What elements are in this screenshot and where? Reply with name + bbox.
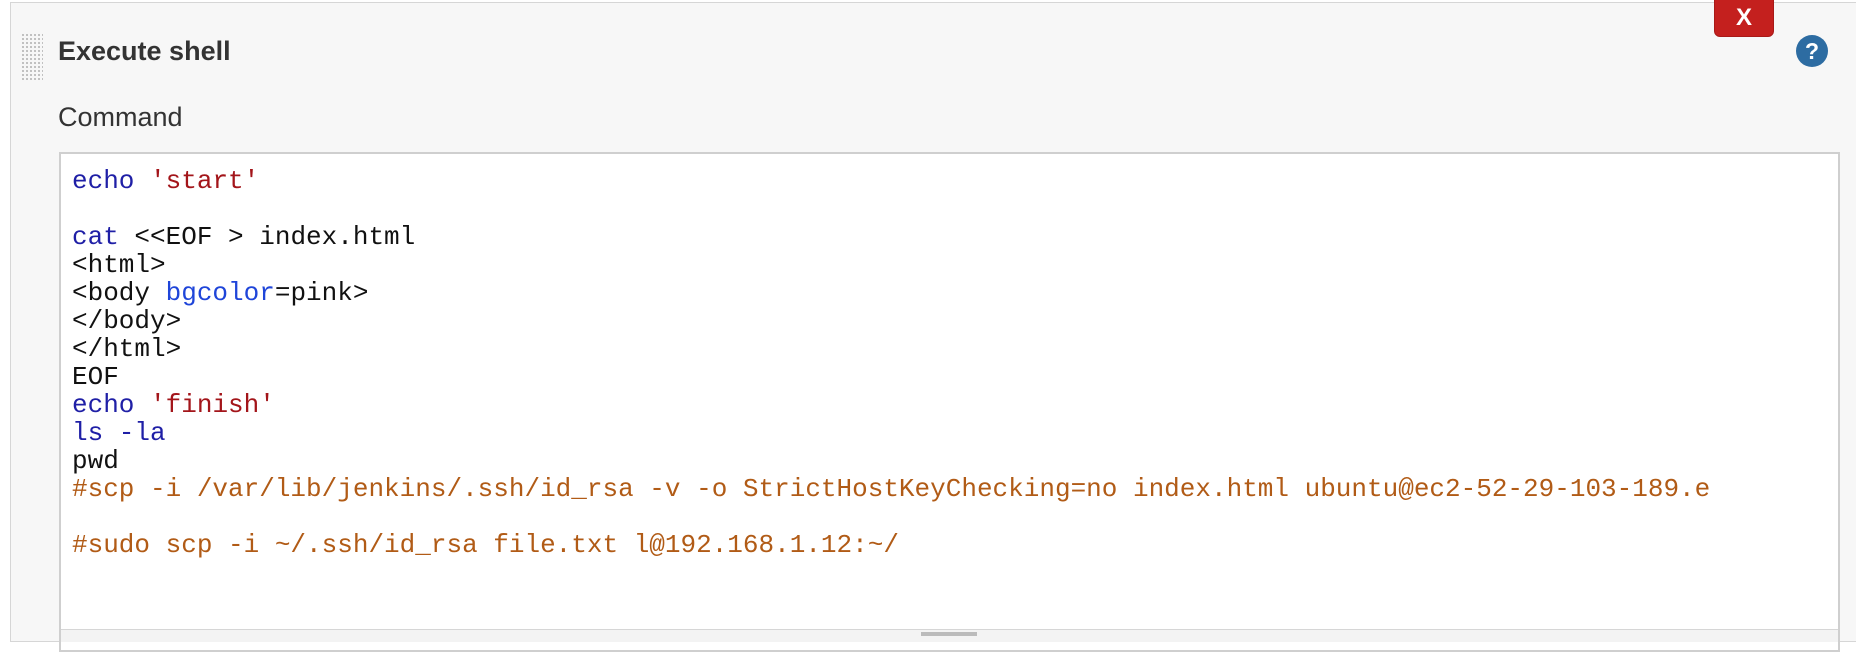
code-token: <<EOF > index.html (118, 222, 416, 252)
code-line: pwd (72, 447, 1710, 475)
question-circle-icon[interactable]: ? (1795, 34, 1829, 68)
code-token: echo (72, 390, 135, 420)
code-line: </body> (72, 307, 1710, 335)
command-label: Command (58, 102, 183, 132)
code-token: </html> (72, 334, 182, 364)
code-token: ls -la (72, 418, 166, 448)
code-token: 'finish' (150, 390, 275, 420)
code-token: cat (72, 222, 119, 252)
drag-handle-icon[interactable] (21, 33, 43, 81)
code-token: <body (72, 278, 166, 308)
code-token: =pink> (274, 278, 369, 308)
command-editor[interactable]: echo 'start' cat <<EOF > index.html <html>… (59, 152, 1840, 652)
code-token: </body> (72, 306, 182, 336)
code-token: <html> (72, 250, 166, 280)
code-line: #sudo scp -i ~/.ssh/id_rsa file.txt l@19… (72, 531, 1710, 559)
code-line: <html> (72, 251, 1710, 279)
code-line: ls -la (72, 419, 1710, 447)
code-line: echo 'finish' (72, 391, 1710, 419)
code-line: echo 'start' (72, 167, 1710, 195)
build-step-panel: Execute shell X ? Command echo 'start' ca… (10, 0, 1856, 652)
command-code[interactable]: echo 'start' cat <<EOF > index.html <html>… (72, 167, 1710, 559)
code-token: bgcolor (165, 278, 275, 308)
code-line: #scp -i /var/lib/jenkins/.ssh/id_rsa -v … (72, 475, 1710, 503)
delete-step-button[interactable]: X (1714, 0, 1774, 37)
code-token: echo (72, 166, 135, 196)
code-token: pwd (72, 446, 119, 476)
code-line: EOF (72, 363, 1710, 391)
code-token: #sudo scp -i ~/.ssh/id_rsa file.txt l@19… (72, 530, 899, 560)
code-token: #scp -i /var/lib/jenkins/.ssh/id_rsa -v … (72, 474, 1711, 504)
resize-grip-icon[interactable] (921, 632, 977, 636)
code-token: EOF (72, 362, 119, 392)
code-line: <body bgcolor=pink> (72, 279, 1710, 307)
code-line: cat <<EOF > index.html (72, 223, 1710, 251)
section-title: Execute shell (58, 36, 231, 66)
code-token: 'start' (150, 166, 260, 196)
editor-resize-bar[interactable] (61, 629, 1838, 642)
svg-text:?: ? (1805, 38, 1819, 64)
code-line: </html> (72, 335, 1710, 363)
